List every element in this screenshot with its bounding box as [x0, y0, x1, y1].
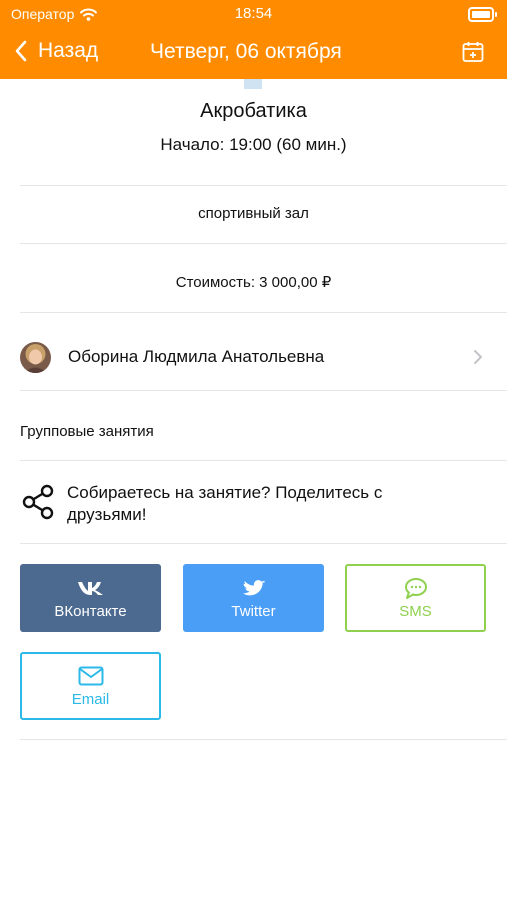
- navigation-bar: Оператор 18:54 Назад Четверг, 06 октября: [0, 0, 507, 79]
- avatar: [20, 342, 51, 373]
- class-header: Акробатика Начало: 19:00 (60 мин.): [0, 100, 507, 155]
- divider: [20, 390, 507, 391]
- calendar-button[interactable]: [461, 40, 485, 69]
- trainer-name: Оборина Людмила Анатольевна: [68, 347, 325, 366]
- divider: [20, 739, 507, 740]
- divider: [20, 312, 507, 313]
- divider: [20, 460, 507, 461]
- status-bar: Оператор 18:54: [0, 0, 507, 28]
- trainer-row[interactable]: Оборина Людмила Анатольевна: [0, 330, 507, 388]
- sms-share-button[interactable]: SMS: [345, 564, 486, 632]
- share-icon: [22, 484, 54, 520]
- calendar-add-icon: [462, 42, 484, 62]
- class-price: Стоимость: 3 000,00 ₽: [175, 274, 332, 291]
- vk-share-button[interactable]: ВКонтакте: [20, 564, 161, 632]
- twitter-icon: [242, 579, 265, 595]
- divider: [20, 185, 507, 186]
- share-prompt: Собираетесь на занятие? Поделитесь с дру…: [67, 483, 383, 524]
- nav-row: Назад Четверг, 06 октября: [0, 28, 507, 79]
- vk-icon: [77, 581, 103, 595]
- sms-label: SMS: [399, 602, 432, 620]
- divider: [20, 543, 507, 544]
- class-title: Акробатика: [200, 100, 307, 122]
- divider: [20, 243, 507, 244]
- class-room: спортивный зал: [198, 205, 309, 222]
- chevron-left-icon: [15, 40, 27, 62]
- vk-label: ВКонтакте: [54, 602, 127, 620]
- class-start-time: Начало: 19:00 (60 мин.): [160, 135, 347, 154]
- battery-icon: [468, 7, 497, 22]
- status-time: 18:54: [234, 5, 273, 22]
- chevron-right-icon: [474, 350, 482, 364]
- email-share-button[interactable]: Email: [20, 652, 161, 720]
- twitter-label: Twitter: [231, 602, 276, 620]
- class-category: Групповые занятия: [20, 423, 154, 440]
- email-label: Email: [71, 690, 110, 708]
- back-label: Назад: [38, 39, 99, 62]
- page-title: Четверг, 06 октября: [150, 40, 342, 63]
- sms-icon: [404, 577, 427, 599]
- color-marker: [244, 79, 262, 89]
- back-button[interactable]: Назад: [14, 39, 98, 63]
- twitter-share-button[interactable]: Twitter: [183, 564, 324, 632]
- email-icon: [78, 666, 103, 685]
